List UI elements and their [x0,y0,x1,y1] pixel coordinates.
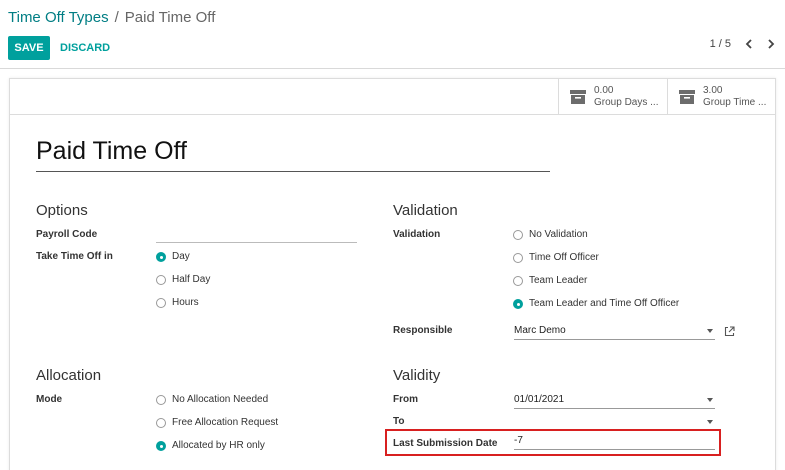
responsible-select[interactable]: Marc Demo [514,324,715,340]
breadcrumb-separator: / [114,9,119,26]
highlight-box [385,429,721,456]
discard-button[interactable]: DISCARD [60,36,110,60]
radio-label: Allocated by HR only [172,440,265,451]
pager: 1 / 5 [710,38,775,50]
stat-label: Group Days ... [594,97,659,108]
breadcrumb-current: Paid Time Off [124,9,216,26]
allocation-hr-only-radio[interactable]: Allocated by HR only [156,440,265,451]
chevron-right-icon[interactable] [767,39,775,49]
radio-label: Day [172,251,190,262]
radio-label: Team Leader [529,275,588,286]
record-name-field[interactable]: Paid Time Off [36,137,550,172]
breadcrumb: Time Off Types / Paid Time Off [8,9,215,26]
from-date-input[interactable]: 01/01/2021 [514,393,715,409]
external-link-icon[interactable] [724,326,735,337]
allocation-none-radio[interactable]: No Allocation Needed [156,394,268,405]
radio-unchecked[interactable] [513,252,523,263]
save-button[interactable]: SAVE [8,36,50,60]
validation-label: Validation [393,229,441,240]
radio-label: Hours [172,297,199,308]
radio-label: No Validation [529,229,588,240]
validation-heading: Validation [393,202,458,219]
to-label: To [393,416,405,427]
radio-unchecked[interactable] [156,297,166,308]
stat-value: 3.00 [703,85,723,96]
radio-checked[interactable] [156,251,166,262]
validation-both-radio[interactable]: Team Leader and Time Off Officer [513,298,679,309]
responsible-label: Responsible [393,325,453,336]
take-time-off-half-day-radio[interactable]: Half Day [156,274,210,285]
validation-team-leader-radio[interactable]: Team Leader [513,275,587,286]
smart-button-bar: 0.00 Group Days ... 3.00 Group Time ... [10,79,775,115]
validation-officer-radio[interactable]: Time Off Officer [513,252,599,263]
archive-box-icon [570,90,586,104]
validity-heading: Validity [393,367,441,384]
radio-unchecked[interactable] [513,275,523,286]
pager-value[interactable]: 1 / 5 [710,38,731,50]
breadcrumb-parent-link[interactable]: Time Off Types [8,9,109,26]
payroll-code-label: Payroll Code [36,229,98,240]
archive-box-icon [679,90,695,104]
allocation-free-request-radio[interactable]: Free Allocation Request [156,417,278,428]
take-time-off-hours-radio[interactable]: Hours [156,297,199,308]
caret-down-icon[interactable] [707,329,713,333]
group-days-stat-button[interactable]: 0.00 Group Days ... [558,79,667,115]
radio-label: Team Leader and Time Off Officer [529,298,680,309]
control-panel-divider [0,68,785,69]
from-label: From [393,394,418,405]
radio-label: Free Allocation Request [172,417,279,428]
take-time-off-label: Take Time Off in [36,251,113,262]
radio-unchecked[interactable] [513,229,523,240]
radio-label: Half Day [172,274,211,285]
radio-checked[interactable] [513,298,523,309]
allocation-heading: Allocation [36,367,102,384]
stat-label: Group Time ... [703,97,767,108]
validation-none-radio[interactable]: No Validation [513,229,588,240]
responsible-value: Marc Demo [514,325,566,336]
mode-label: Mode [36,394,63,405]
payroll-code-input[interactable] [156,229,357,243]
take-time-off-day-radio[interactable]: Day [156,251,190,262]
from-date-value: 01/01/2021 [514,394,565,405]
radio-unchecked[interactable] [156,274,166,285]
stat-value: 0.00 [594,85,614,96]
radio-unchecked[interactable] [156,417,166,428]
radio-unchecked[interactable] [156,394,166,405]
caret-down-icon[interactable] [707,420,713,424]
radio-checked[interactable] [156,440,166,451]
caret-down-icon[interactable] [707,398,713,402]
chevron-left-icon[interactable] [745,39,753,49]
group-time-stat-button[interactable]: 3.00 Group Time ... [667,79,775,115]
options-heading: Options [36,202,88,219]
form-sheet: 0.00 Group Days ... 3.00 Group Time ... … [9,78,776,470]
radio-label: Time Off Officer [529,252,599,263]
radio-label: No Allocation Needed [172,394,269,405]
